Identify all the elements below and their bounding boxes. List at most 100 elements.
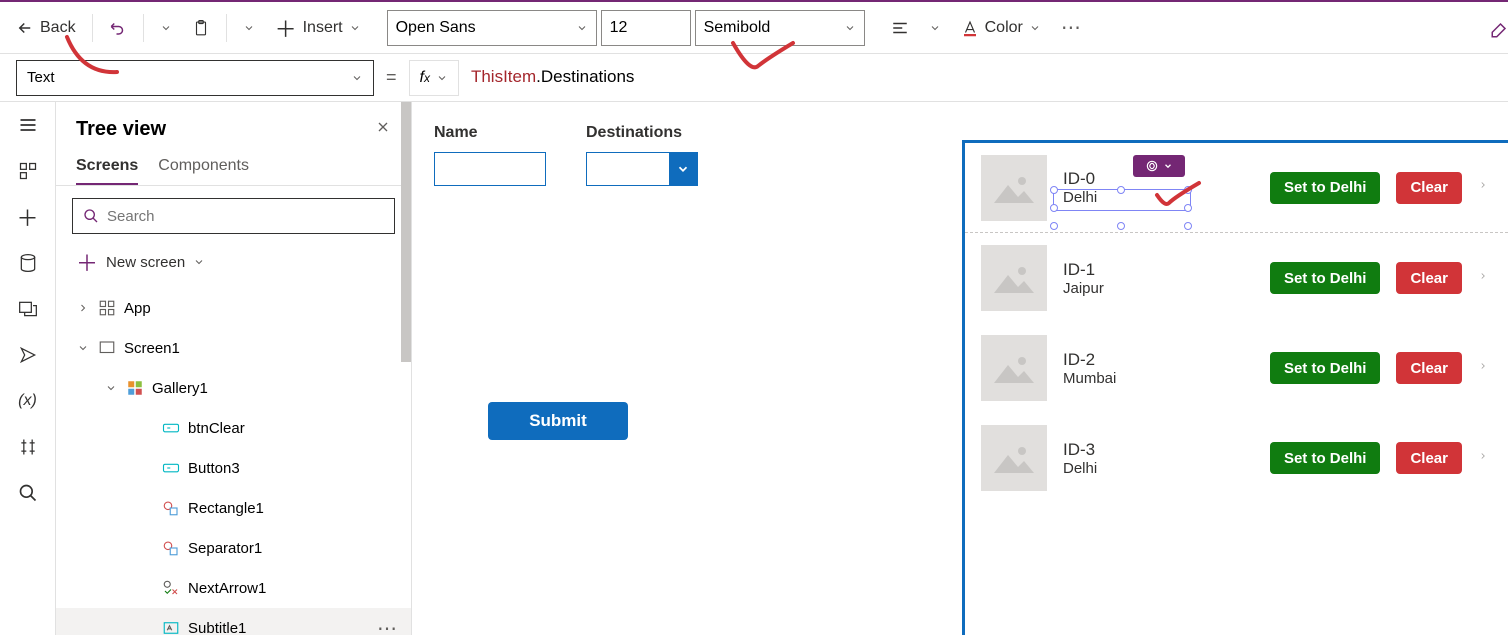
new-screen-button[interactable]: ＋ New screen	[56, 242, 411, 288]
tab-screens[interactable]: Screens	[76, 149, 138, 185]
gallery-image-placeholder	[981, 425, 1047, 491]
selection-outline	[1053, 189, 1191, 211]
font-weight-select[interactable]: Semibold	[695, 10, 865, 46]
tree-item[interactable]: Button3	[56, 448, 411, 488]
tree-item[interactable]: Gallery1	[56, 368, 411, 408]
scrollbar-thumb[interactable]	[401, 102, 411, 362]
tree-item[interactable]: App	[56, 288, 411, 328]
search-input[interactable]	[107, 208, 384, 225]
gallery-image-placeholder	[981, 245, 1047, 311]
gallery-row[interactable]: ID-3DelhiSet to DelhiClear	[965, 413, 1508, 503]
clear-button[interactable]: Clear	[1396, 442, 1462, 474]
separator	[226, 14, 227, 42]
separator	[92, 14, 93, 42]
undo-button[interactable]	[101, 10, 135, 46]
next-arrow-icon[interactable]	[1478, 448, 1492, 469]
tree-view-icon[interactable]	[17, 160, 39, 182]
insert-label: Insert	[303, 19, 343, 37]
hamburger-icon[interactable]	[17, 114, 39, 136]
size-value: 12	[610, 19, 628, 37]
set-to-delhi-button[interactable]: Set to Delhi	[1270, 172, 1381, 204]
submit-button[interactable]: Submit	[488, 402, 628, 440]
gallery-row[interactable]: ID-0DelhiSet to DelhiClear	[965, 143, 1508, 233]
formula-prefix: ThisItem	[471, 67, 536, 86]
tree-item[interactable]: NextArrow1	[56, 568, 411, 608]
form-section: Name Destinations	[434, 124, 698, 186]
more-button[interactable]: ⋯	[1053, 10, 1091, 46]
gallery-image-placeholder	[981, 335, 1047, 401]
gallery-row[interactable]: ID-1Jaipur Set to Delhi Clear	[965, 233, 1508, 323]
edit-button[interactable]	[1490, 10, 1508, 50]
paste-button[interactable]	[184, 10, 218, 46]
variable-icon[interactable]: (x)	[17, 390, 39, 412]
tree-search[interactable]	[72, 198, 395, 234]
property-dropdown[interactable]: Text	[16, 60, 374, 96]
name-input[interactable]	[434, 152, 546, 186]
control-type-badge[interactable]	[1133, 155, 1185, 177]
font-value: Open Sans	[396, 19, 476, 37]
media-icon[interactable]	[17, 298, 39, 320]
tab-components[interactable]: Components	[158, 149, 249, 185]
set-to-delhi-button[interactable]: Set to Delhi	[1270, 262, 1381, 294]
search-icon[interactable]	[17, 482, 39, 504]
tree-item[interactable]: Screen1	[56, 328, 411, 368]
new-screen-label: New screen	[106, 254, 185, 271]
tree-item[interactable]: Separator1	[56, 528, 411, 568]
gallery-subtitle: Jaipur	[1063, 280, 1254, 297]
tree-item-icon	[162, 499, 180, 517]
set-to-delhi-button[interactable]: Set to Delhi	[1270, 442, 1381, 474]
dest-dropdown[interactable]	[586, 152, 698, 186]
tree-item-icon	[162, 419, 180, 437]
tree-item-label: Gallery1	[152, 380, 208, 397]
tree-title: Tree view	[76, 118, 166, 141]
color-button[interactable]: Color	[953, 10, 1049, 46]
tree-item-label: App	[124, 300, 151, 317]
data-icon[interactable]	[17, 252, 39, 274]
clear-button[interactable]: Clear	[1396, 352, 1462, 384]
set-to-delhi-button[interactable]: Set to Delhi	[1270, 352, 1381, 384]
tree-item-more[interactable]: ⋯	[377, 616, 399, 635]
insert-icon[interactable]: ＋	[17, 206, 39, 228]
dest-label: Destinations	[586, 124, 682, 141]
plus-icon: ＋	[275, 12, 297, 44]
property-value: Text	[27, 69, 55, 86]
tree-item[interactable]: btnClear	[56, 408, 411, 448]
separator	[143, 14, 144, 42]
formula-editor[interactable]: ThisItem.Destinations	[471, 67, 634, 88]
flow-icon[interactable]	[17, 344, 39, 366]
undo-dropdown[interactable]	[152, 10, 180, 46]
font-size-select[interactable]: 12	[601, 10, 691, 46]
left-rail: ＋ (x)	[0, 102, 56, 635]
tree-item[interactable]: Rectangle1	[56, 488, 411, 528]
gallery-row[interactable]: ID-2Mumbai Set to Delhi Clear	[965, 323, 1508, 413]
paste-dropdown[interactable]	[235, 10, 263, 46]
align-button[interactable]	[883, 10, 917, 46]
tools-icon[interactable]	[17, 436, 39, 458]
tree-item-label: NextArrow1	[188, 580, 266, 597]
gallery-text: ID-1Jaipur	[1063, 260, 1254, 297]
back-button[interactable]: Back	[8, 10, 84, 46]
clear-button[interactable]: Clear	[1396, 262, 1462, 294]
design-canvas[interactable]: Name Destinations Submit ID-0DelhiSet to…	[412, 102, 1508, 635]
gallery-image-placeholder	[981, 155, 1047, 221]
tree-item-icon	[98, 299, 116, 317]
clear-button[interactable]: Clear	[1396, 172, 1462, 204]
ellipsis-icon: ⋯	[1061, 15, 1083, 40]
next-arrow-icon[interactable]	[1478, 177, 1492, 198]
next-arrow-icon[interactable]	[1478, 358, 1492, 379]
gallery[interactable]: ID-0DelhiSet to DelhiClearID-1JaipurSet …	[962, 140, 1508, 635]
align-dropdown[interactable]	[921, 10, 949, 46]
tree-item-label: Button3	[188, 460, 240, 477]
tree-item-icon	[162, 579, 180, 597]
submit-label: Submit	[529, 411, 587, 431]
tree-item[interactable]: Subtitle1⋯	[56, 608, 411, 635]
tree-items: App Screen1 Gallery1 btnClear Button3 Rectang…	[56, 288, 411, 635]
name-label: Name	[434, 124, 478, 141]
font-family-select[interactable]: Open Sans	[387, 10, 597, 46]
close-tree-button[interactable]	[375, 119, 391, 140]
plus-icon: ＋	[76, 246, 98, 278]
gallery-text: ID-2Mumbai	[1063, 350, 1254, 387]
fx-button[interactable]: fx	[409, 60, 459, 96]
next-arrow-icon[interactable]	[1478, 268, 1492, 289]
insert-button[interactable]: ＋ Insert	[267, 10, 369, 46]
